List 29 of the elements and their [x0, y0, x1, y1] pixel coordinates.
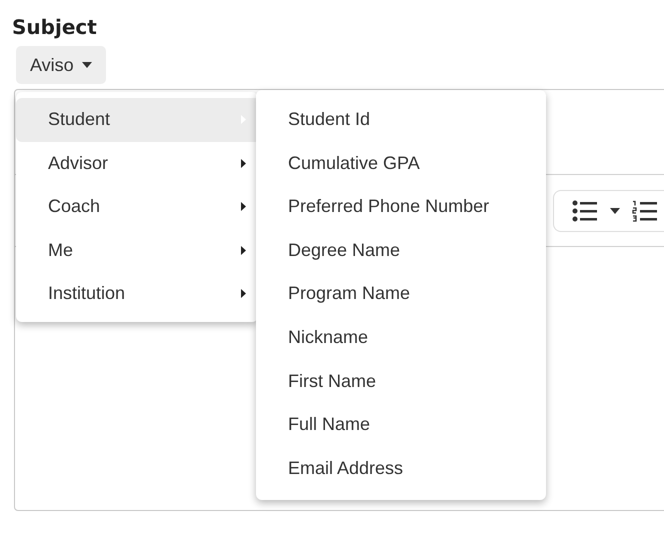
numbered-list-icon[interactable]: [632, 200, 658, 222]
menu-item-label: Me: [48, 240, 74, 261]
submenu-arrow-icon: [241, 202, 246, 212]
submenu-arrow-icon: [241, 289, 246, 298]
submenu-item[interactable]: First Name: [288, 360, 376, 404]
menu-item[interactable]: Advisor: [16, 142, 258, 185]
submenu-item[interactable]: Email Address: [288, 446, 404, 490]
submenu-item[interactable]: Full Name: [288, 403, 370, 447]
menu-item[interactable]: Institution: [16, 272, 258, 316]
caret-icon[interactable]: [610, 208, 620, 214]
bullet-list-icon[interactable]: [572, 200, 598, 222]
submenu-item[interactable]: Cumulative GPA: [288, 142, 420, 186]
submenu-item[interactable]: Nickname: [288, 316, 368, 360]
menu-item[interactable]: Coach: [16, 185, 258, 228]
submenu-item[interactable]: Program Name: [288, 272, 410, 316]
menu-item-label: Student: [48, 109, 110, 130]
menu-item-label: Advisor: [48, 152, 108, 174]
submenu-item[interactable]: Student Id: [288, 98, 370, 142]
template-dropdown-button[interactable]: Aviso: [16, 46, 106, 84]
menu-item[interactable]: Student: [16, 98, 258, 142]
submenu-arrow-icon: [241, 246, 246, 255]
menu-item[interactable]: Me: [16, 228, 258, 272]
caret-icon: [82, 62, 92, 68]
subject-label: Subject: [11, 14, 97, 40]
menu-item-label: Coach: [48, 196, 100, 218]
menu-item-label: Institution: [48, 283, 126, 304]
submenu-item[interactable]: Preferred Phone Number: [288, 185, 490, 229]
submenu-arrow-icon: [241, 158, 246, 168]
submenu-item[interactable]: Degree Name: [288, 228, 400, 272]
